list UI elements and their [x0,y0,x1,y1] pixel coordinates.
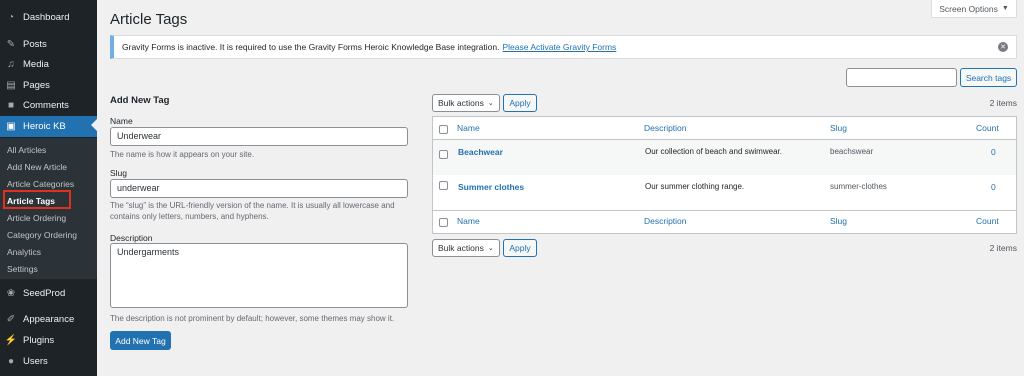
tag-count-link[interactable]: 0 [991,147,996,157]
submenu-all-articles[interactable]: All Articles [7,145,46,155]
column-count[interactable]: Count [976,123,999,133]
bulk-actions-label: Bulk actions [438,243,484,253]
apply-button-bottom[interactable]: Apply [503,239,537,257]
column-count-footer[interactable]: Count [976,216,999,226]
slug-help-text: The “slug” is the URL-friendly version o… [110,201,395,221]
activate-gravity-forms-link[interactable]: Please Activate Gravity Forms [502,42,616,52]
column-name-footer[interactable]: Name [457,216,480,226]
menu-dashboard[interactable]: ◔ Dashboard [0,7,97,27]
select-all-checkbox-footer[interactable] [439,218,448,227]
heroic-kb-icon: ▣ [6,121,16,132]
tags-table: Name Description Slug Count Beachwear Ou… [432,116,1017,234]
pin-icon: ✎ [6,38,16,50]
table-row: Summer clothes Our summer clothing range… [433,175,1016,210]
tag-count-link[interactable]: 0 [991,182,996,192]
tag-description: Our summer clothing range. [645,182,745,191]
plug-icon: ⚡ [4,334,18,346]
menu-pages[interactable]: ▤ Pages [0,75,97,95]
menu-label: Dashboard [23,11,70,23]
menu-label: Comments [23,99,69,111]
submenu-settings[interactable]: Settings [7,264,38,274]
bulk-actions-select-top[interactable]: Bulk actions ⌄ [432,94,500,112]
name-help-text: The name is how it appears on your site. [110,150,255,159]
tag-slug: beachswear [830,147,874,156]
items-count-top: 2 items [989,98,1017,108]
menu-label: Plugins [23,334,55,346]
column-name[interactable]: Name [457,123,480,133]
menu-label: SeedProd [23,287,66,299]
menu-label: Heroic KB [23,121,66,132]
menu-media[interactable]: ♫ Media [0,54,97,74]
dismiss-icon[interactable]: ✕ [998,42,1008,52]
bulk-actions-label: Bulk actions [438,98,484,108]
items-count-bottom: 2 items [989,243,1017,253]
slug-label: Slug [110,168,128,178]
name-label: Name [110,116,133,126]
media-icon: ♫ [7,58,15,70]
tag-name-link[interactable]: Summer clothes [458,182,524,192]
submenu-article-categories[interactable]: Article Categories [7,179,74,189]
search-tags-input[interactable] [846,68,957,87]
row-checkbox[interactable] [439,150,448,159]
menu-label: Media [23,58,49,70]
admin-sidebar: ◔ Dashboard ✎ Posts ♫ Media ▤ Pages ■ Co… [0,0,97,376]
column-description[interactable]: Description [644,123,687,133]
tag-slug: summer-clothes [830,182,887,191]
column-slug-footer[interactable]: Slug [830,216,847,226]
menu-label: Posts [23,38,47,50]
dashboard-icon: ◔ [7,11,15,23]
tag-slug-input[interactable]: underwear [110,179,408,198]
admin-notice: Gravity Forms is inactive. It is require… [110,35,1017,59]
notice-text: Gravity Forms is inactive. It is require… [122,42,500,52]
brush-icon: ✐ [6,313,16,325]
column-description-footer[interactable]: Description [644,216,687,226]
bulk-actions-select-bottom[interactable]: Bulk actions ⌄ [432,239,500,257]
pages-icon: ▤ [6,79,16,91]
menu-comments[interactable]: ■ Comments [0,95,97,115]
add-new-tag-heading: Add New Tag [110,95,170,106]
description-help-text: The description is not prominent by defa… [110,314,395,323]
table-footer-row: Name Description Slug Count [433,210,1016,233]
select-all-checkbox[interactable] [439,125,448,134]
menu-label: Users [23,355,48,367]
active-menu-arrow [91,119,97,131]
menu-posts[interactable]: ✎ Posts [0,34,97,54]
description-label: Description [110,233,153,243]
screen-options-button[interactable]: Screen Options ▼ [931,0,1017,18]
user-icon: ● [7,355,15,367]
chevron-down-icon: ⌄ [487,100,494,107]
apply-button-top[interactable]: Apply [503,94,537,112]
row-checkbox[interactable] [439,181,448,190]
menu-label: Appearance [23,313,75,325]
menu-appearance[interactable]: ✐ Appearance [0,309,97,329]
submenu-article-ordering[interactable]: Article Ordering [7,213,66,223]
highlight-annotation-box [3,190,71,209]
chevron-down-icon: ⌄ [487,245,494,252]
menu-heroic-kb[interactable]: ▣ Heroic KB [0,116,97,137]
add-new-tag-button[interactable]: Add New Tag [110,331,171,350]
submenu-category-ordering[interactable]: Category Ordering [7,230,77,240]
table-row: Beachwear Our collection of beach and sw… [433,140,1016,175]
comment-icon: ■ [7,99,15,111]
search-tags-button[interactable]: Search tags [960,68,1017,87]
caret-down-icon: ▼ [1001,5,1009,12]
menu-plugins[interactable]: ⚡ Plugins [0,330,97,350]
submenu-add-new-article[interactable]: Add New Article [7,162,67,172]
page-title: Article Tags [110,11,188,28]
tag-description: Our collection of beach and swimwear. [645,147,782,156]
tag-name-input[interactable]: Underwear [110,127,408,146]
table-header-row: Name Description Slug Count [433,117,1016,140]
submenu-analytics[interactable]: Analytics [7,247,41,257]
screen-options-label: Screen Options [939,3,998,14]
tag-name-link[interactable]: Beachwear [458,147,503,157]
tag-description-textarea[interactable]: Undergarments [110,243,408,308]
menu-label: Pages [23,79,50,91]
seedprod-icon: ❀ [6,287,16,299]
menu-users[interactable]: ● Users [0,351,97,371]
column-slug[interactable]: Slug [830,123,847,133]
menu-seedprod[interactable]: ❀ SeedProd [0,283,97,303]
